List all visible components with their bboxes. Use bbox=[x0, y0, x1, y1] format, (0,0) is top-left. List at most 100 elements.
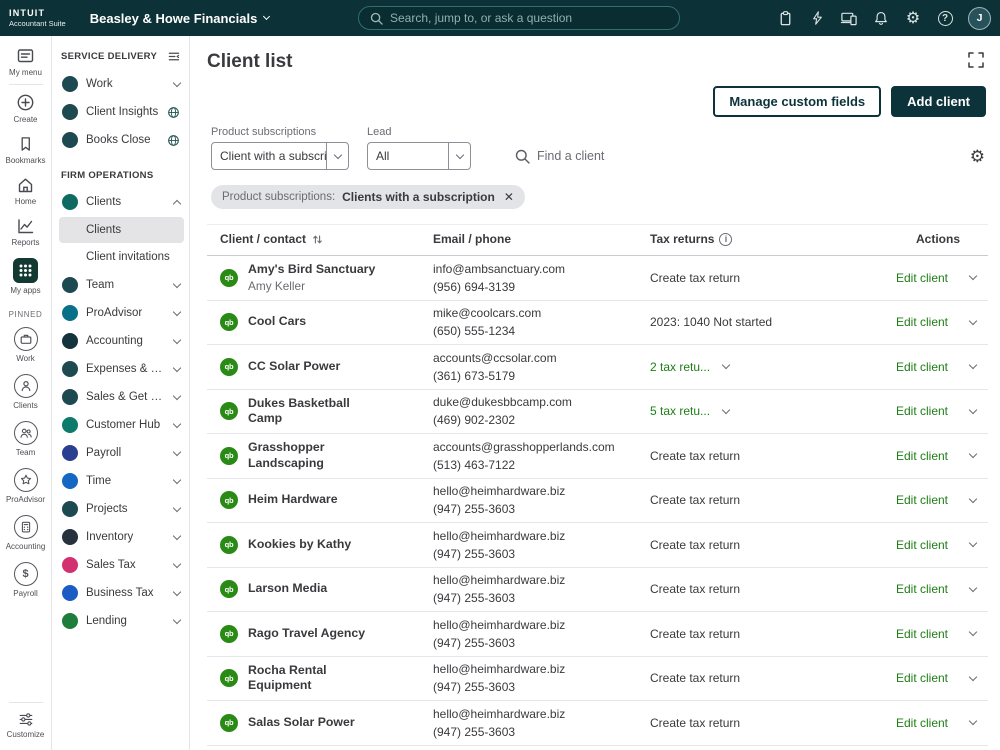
rail-item-home[interactable]: Home bbox=[0, 170, 51, 211]
chevron-down-icon bbox=[172, 559, 182, 568]
info-icon[interactable] bbox=[719, 232, 733, 246]
rail-item-customize[interactable]: Customize bbox=[0, 705, 51, 744]
edit-client-link[interactable]: Edit client bbox=[896, 582, 948, 596]
client-name[interactable]: Grasshopper Landscaping bbox=[248, 440, 378, 471]
tax-returns-link[interactable]: 5 tax retu... bbox=[650, 404, 710, 418]
client-name[interactable]: Larson Media bbox=[248, 581, 327, 597]
header-client-contact[interactable]: Client / contact bbox=[207, 232, 423, 246]
row-actions-chevron-icon[interactable] bbox=[968, 405, 978, 414]
row-actions-chevron-icon[interactable] bbox=[968, 316, 978, 325]
sidebar-item[interactable]: Accounting bbox=[59, 327, 184, 355]
tax-returns-link[interactable]: 2 tax retu... bbox=[650, 360, 710, 374]
client-name[interactable]: Kookies by Kathy bbox=[248, 537, 351, 553]
sidebar-item[interactable]: Sales & Get Paid bbox=[59, 383, 184, 411]
sidebar-item[interactable]: Projects bbox=[59, 495, 184, 523]
client-name[interactable]: Salas Solar Power bbox=[248, 715, 355, 731]
edit-client-link[interactable]: Edit client bbox=[896, 493, 948, 507]
global-search[interactable] bbox=[358, 6, 680, 30]
email-phone-cell: accounts@ccsolar.com (361) 673-5179 bbox=[423, 349, 640, 385]
sidebar-item[interactable]: Team bbox=[59, 271, 184, 299]
notifications-bell-icon[interactable] bbox=[872, 9, 890, 27]
row-actions-chevron-icon[interactable] bbox=[968, 583, 978, 592]
lead-select[interactable]: All bbox=[367, 142, 471, 170]
quickbooks-badge-icon: qb bbox=[220, 669, 238, 688]
client-name[interactable]: Dukes Basketball Camp bbox=[248, 396, 378, 427]
rail-item-proadvisor[interactable]: ProAdvisor bbox=[0, 462, 51, 509]
sidebar-item[interactable]: Time bbox=[59, 467, 184, 495]
rail-label: Work bbox=[16, 354, 35, 363]
sidebar-item[interactable]: Books Close bbox=[59, 126, 184, 154]
row-actions-chevron-icon[interactable] bbox=[968, 494, 978, 503]
collapse-menu-icon[interactable] bbox=[167, 50, 181, 63]
sidebar-item[interactable]: Lending bbox=[59, 607, 184, 635]
rail-item-payroll[interactable]: Payroll bbox=[0, 556, 51, 603]
rail-item-accounting[interactable]: Accounting bbox=[0, 509, 51, 556]
client-name[interactable]: Cool Cars bbox=[248, 314, 306, 330]
rail-item-my-menu[interactable]: My menu bbox=[0, 41, 51, 82]
rail-item-team[interactable]: Team bbox=[0, 415, 51, 462]
edit-client-link[interactable]: Edit client bbox=[896, 449, 948, 463]
rail-item-bookmarks[interactable]: Bookmarks bbox=[0, 129, 51, 170]
search-input[interactable] bbox=[390, 11, 668, 25]
find-client-input[interactable] bbox=[537, 149, 647, 163]
settings-gear-icon[interactable] bbox=[904, 9, 922, 27]
client-name[interactable]: Rocha Rental Equipment bbox=[248, 663, 378, 694]
product-subscriptions-select[interactable]: Client with a subscri... bbox=[211, 142, 349, 170]
row-actions-chevron-icon[interactable] bbox=[968, 272, 978, 281]
row-actions-chevron-icon[interactable] bbox=[968, 628, 978, 637]
tax-status-text: Create tax return bbox=[650, 582, 741, 597]
edit-client-link[interactable]: Edit client bbox=[896, 716, 948, 730]
client-name[interactable]: Rago Travel Agency bbox=[248, 626, 365, 642]
row-actions-chevron-icon[interactable] bbox=[968, 672, 978, 681]
client-name[interactable]: CC Solar Power bbox=[248, 359, 340, 375]
quick-actions-bolt-icon[interactable] bbox=[808, 9, 826, 27]
add-client-button[interactable]: Add client bbox=[891, 86, 986, 117]
rail-item-create[interactable]: Create bbox=[0, 87, 51, 129]
rail-item-my-apps[interactable]: My apps bbox=[0, 252, 51, 300]
edit-client-link[interactable]: Edit client bbox=[896, 315, 948, 329]
edit-client-link[interactable]: Edit client bbox=[896, 360, 948, 374]
sidebar-item[interactable]: Sales Tax bbox=[59, 551, 184, 579]
sidebar-item[interactable]: Clients bbox=[59, 188, 184, 216]
chip-close-icon[interactable]: ✕ bbox=[504, 190, 514, 204]
sidebar-item[interactable]: Client invitations bbox=[59, 244, 184, 270]
sidebar-item[interactable]: Clients bbox=[59, 217, 184, 243]
user-avatar[interactable]: J bbox=[968, 6, 991, 30]
rail-item-work[interactable]: Work bbox=[0, 321, 51, 368]
edit-client-link[interactable]: Edit client bbox=[896, 404, 948, 418]
sidebar-item[interactable]: Work bbox=[59, 70, 184, 98]
edit-client-link[interactable]: Edit client bbox=[896, 538, 948, 552]
sidebar-item[interactable]: Payroll bbox=[59, 439, 184, 467]
row-actions-chevron-icon[interactable] bbox=[968, 539, 978, 548]
sidebar-item[interactable]: Expenses & Bills bbox=[59, 355, 184, 383]
edit-client-link[interactable]: Edit client bbox=[896, 671, 948, 685]
sidebar-item-icon bbox=[62, 585, 78, 601]
row-actions-chevron-icon[interactable] bbox=[968, 361, 978, 370]
edit-client-link[interactable]: Edit client bbox=[896, 271, 948, 285]
fullscreen-icon[interactable] bbox=[967, 51, 985, 69]
sidebar-item[interactable]: ProAdvisor bbox=[59, 299, 184, 327]
manage-custom-fields-button[interactable]: Manage custom fields bbox=[713, 86, 882, 117]
table-settings-gear-icon[interactable] bbox=[970, 147, 985, 167]
sidebar-item[interactable]: Customer Hub bbox=[59, 411, 184, 439]
sidebar-item[interactable]: Business Tax bbox=[59, 579, 184, 607]
quickbooks-badge-icon: qb bbox=[220, 491, 238, 510]
find-client-search[interactable] bbox=[515, 142, 647, 170]
row-actions-chevron-icon[interactable] bbox=[968, 450, 978, 459]
sidebar-item[interactable]: Inventory bbox=[59, 523, 184, 551]
sidebar-item-label: Projects bbox=[86, 503, 128, 515]
chevron-down-icon[interactable] bbox=[721, 361, 731, 370]
row-actions-chevron-icon[interactable] bbox=[968, 717, 978, 726]
sidebar-item[interactable]: Client Insights bbox=[59, 98, 184, 126]
rail-item-clients[interactable]: Clients bbox=[0, 368, 51, 415]
client-name[interactable]: Amy's Bird Sanctuary bbox=[248, 262, 375, 278]
edit-client-link[interactable]: Edit client bbox=[896, 627, 948, 641]
chevron-down-icon[interactable] bbox=[721, 405, 731, 414]
rail-item-reports[interactable]: Reports bbox=[0, 211, 51, 252]
help-icon[interactable] bbox=[936, 9, 954, 27]
devices-icon[interactable] bbox=[840, 9, 858, 27]
client-name[interactable]: Heim Hardware bbox=[248, 492, 338, 508]
tasks-clipboard-icon[interactable] bbox=[776, 9, 794, 27]
chevron-down-icon bbox=[172, 531, 182, 540]
company-switcher[interactable]: Beasley & Howe Financials bbox=[90, 11, 271, 26]
